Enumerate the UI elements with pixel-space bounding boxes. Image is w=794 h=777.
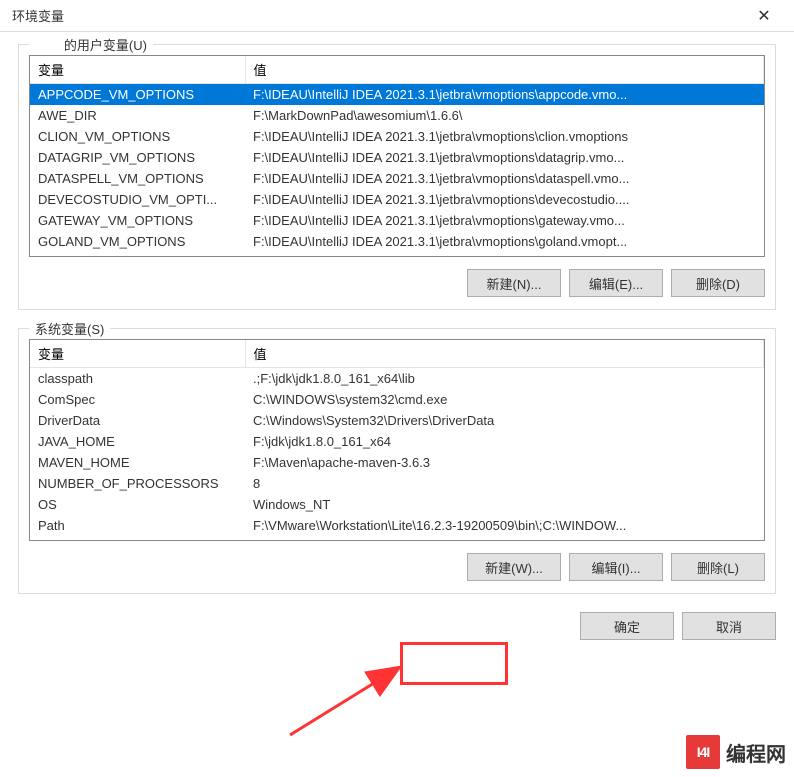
- cell-val: 8: [245, 473, 764, 494]
- user-vars-table-wrap: 变量 值 APPCODE_VM_OPTIONSF:\IDEAU\IntelliJ…: [29, 55, 765, 257]
- col-header-var[interactable]: 变量: [30, 340, 245, 368]
- cell-var: MAVEN_HOME: [30, 452, 245, 473]
- table-row[interactable]: APPCODE_VM_OPTIONSF:\IDEAU\IntelliJ IDEA…: [30, 84, 764, 106]
- logo-mark-icon: I4I: [686, 735, 720, 769]
- col-header-var[interactable]: 变量: [30, 56, 245, 84]
- cell-val: .;F:\jdk\jdk1.8.0_161_x64\lib: [245, 368, 764, 390]
- table-row[interactable]: DEVECOSTUDIO_VM_OPTI...F:\IDEAU\IntelliJ…: [30, 189, 764, 210]
- table-row[interactable]: GATEWAY_VM_OPTIONSF:\IDEAU\IntelliJ IDEA…: [30, 210, 764, 231]
- cell-var: OS: [30, 494, 245, 515]
- table-row[interactable]: AWE_DIRF:\MarkDownPad\awesomium\1.6.6\: [30, 105, 764, 126]
- cell-val: F:\IDEAU\IntelliJ IDEA 2021.3.1\jetbra\v…: [245, 168, 764, 189]
- system-variables-group: 系统变量(S) 变量 值 classpath.;F:\jdk\jdk1.8.0_…: [18, 328, 776, 594]
- cell-var: AWE_DIR: [30, 105, 245, 126]
- table-row[interactable]: PathF:\VMware\Workstation\Lite\16.2.3-19…: [30, 515, 764, 536]
- new-system-var-button[interactable]: 新建(W)...: [467, 553, 561, 581]
- annotation-arrow-icon: [280, 655, 430, 745]
- titlebar: 环境变量 ✕: [0, 0, 794, 32]
- user-vars-label: 的用户变量(U): [29, 35, 153, 54]
- user-variables-group: 的用户变量(U) 变量 值 APPCODE_VM_OPTIONSF:\IDEAU…: [18, 44, 776, 310]
- cell-val: F:\IDEAU\IntelliJ IDEA 2021.3.1\jetbra\v…: [245, 84, 764, 106]
- ok-button[interactable]: 确定: [580, 612, 674, 640]
- user-vars-table[interactable]: 变量 值 APPCODE_VM_OPTIONSF:\IDEAU\IntelliJ…: [30, 56, 764, 252]
- delete-user-var-button[interactable]: 删除(D): [671, 269, 765, 297]
- cell-var: DATAGRIP_VM_OPTIONS: [30, 147, 245, 168]
- cell-var: ComSpec: [30, 389, 245, 410]
- system-vars-table[interactable]: 变量 值 classpath.;F:\jdk\jdk1.8.0_161_x64\…: [30, 340, 764, 536]
- cell-var: classpath: [30, 368, 245, 390]
- delete-system-var-button[interactable]: 删除(L): [671, 553, 765, 581]
- system-vars-scroll[interactable]: 变量 值 classpath.;F:\jdk\jdk1.8.0_161_x64\…: [30, 340, 764, 540]
- dialog-body: 的用户变量(U) 变量 值 APPCODE_VM_OPTIONSF:\IDEAU…: [0, 32, 794, 658]
- table-row[interactable]: CLION_VM_OPTIONSF:\IDEAU\IntelliJ IDEA 2…: [30, 126, 764, 147]
- table-row[interactable]: JAVA_HOMEF:\jdk\jdk1.8.0_161_x64: [30, 431, 764, 452]
- new-user-var-button[interactable]: 新建(N)...: [467, 269, 561, 297]
- cell-val: F:\IDEAU\IntelliJ IDEA 2021.3.1\jetbra\v…: [245, 126, 764, 147]
- cell-val: C:\WINDOWS\system32\cmd.exe: [245, 389, 764, 410]
- cancel-button[interactable]: 取消: [682, 612, 776, 640]
- table-row[interactable]: GOLAND_VM_OPTIONSF:\IDEAU\IntelliJ IDEA …: [30, 231, 764, 252]
- window-title: 环境变量: [12, 6, 64, 25]
- cell-var: APPCODE_VM_OPTIONS: [30, 84, 245, 106]
- edit-user-var-button[interactable]: 编辑(E)...: [569, 269, 663, 297]
- cell-val: F:\Maven\apache-maven-3.6.3: [245, 452, 764, 473]
- logo-text: 编程网: [726, 738, 786, 767]
- system-vars-label: 系统变量(S): [29, 319, 110, 338]
- table-row[interactable]: OSWindows_NT: [30, 494, 764, 515]
- cell-val: F:\IDEAU\IntelliJ IDEA 2021.3.1\jetbra\v…: [245, 147, 764, 168]
- cell-var: DEVECOSTUDIO_VM_OPTI...: [30, 189, 245, 210]
- system-vars-table-wrap: 变量 值 classpath.;F:\jdk\jdk1.8.0_161_x64\…: [29, 339, 765, 541]
- edit-system-var-button[interactable]: 编辑(I)...: [569, 553, 663, 581]
- cell-var: Path: [30, 515, 245, 536]
- dialog-buttons: 确定 取消: [18, 612, 776, 640]
- cell-val: F:\VMware\Workstation\Lite\16.2.3-192005…: [245, 515, 764, 536]
- col-header-val[interactable]: 值: [245, 340, 764, 368]
- close-icon[interactable]: ✕: [744, 6, 784, 26]
- table-row[interactable]: MAVEN_HOMEF:\Maven\apache-maven-3.6.3: [30, 452, 764, 473]
- cell-val: F:\jdk\jdk1.8.0_161_x64: [245, 431, 764, 452]
- cell-val: F:\IDEAU\IntelliJ IDEA 2021.3.1\jetbra\v…: [245, 210, 764, 231]
- system-vars-buttons: 新建(W)... 编辑(I)... 删除(L): [29, 553, 765, 581]
- table-row[interactable]: DATASPELL_VM_OPTIONSF:\IDEAU\IntelliJ ID…: [30, 168, 764, 189]
- watermark-logo: I4I 编程网: [686, 735, 786, 769]
- table-row[interactable]: DriverDataC:\Windows\System32\Drivers\Dr…: [30, 410, 764, 431]
- cell-val: F:\IDEAU\IntelliJ IDEA 2021.3.1\jetbra\v…: [245, 231, 764, 252]
- cell-var: GATEWAY_VM_OPTIONS: [30, 210, 245, 231]
- cell-var: CLION_VM_OPTIONS: [30, 126, 245, 147]
- cell-var: NUMBER_OF_PROCESSORS: [30, 473, 245, 494]
- col-header-val[interactable]: 值: [245, 56, 764, 84]
- table-row[interactable]: ComSpecC:\WINDOWS\system32\cmd.exe: [30, 389, 764, 410]
- cell-var: DATASPELL_VM_OPTIONS: [30, 168, 245, 189]
- cell-val: F:\MarkDownPad\awesomium\1.6.6\: [245, 105, 764, 126]
- user-vars-buttons: 新建(N)... 编辑(E)... 删除(D): [29, 269, 765, 297]
- cell-var: JAVA_HOME: [30, 431, 245, 452]
- cell-val: F:\IDEAU\IntelliJ IDEA 2021.3.1\jetbra\v…: [245, 189, 764, 210]
- table-row[interactable]: classpath.;F:\jdk\jdk1.8.0_161_x64\lib: [30, 368, 764, 390]
- table-row[interactable]: DATAGRIP_VM_OPTIONSF:\IDEAU\IntelliJ IDE…: [30, 147, 764, 168]
- table-row[interactable]: NUMBER_OF_PROCESSORS8: [30, 473, 764, 494]
- user-vars-scroll[interactable]: 变量 值 APPCODE_VM_OPTIONSF:\IDEAU\IntelliJ…: [30, 56, 764, 256]
- cell-val: Windows_NT: [245, 494, 764, 515]
- cell-val: C:\Windows\System32\Drivers\DriverData: [245, 410, 764, 431]
- cell-var: DriverData: [30, 410, 245, 431]
- cell-var: GOLAND_VM_OPTIONS: [30, 231, 245, 252]
